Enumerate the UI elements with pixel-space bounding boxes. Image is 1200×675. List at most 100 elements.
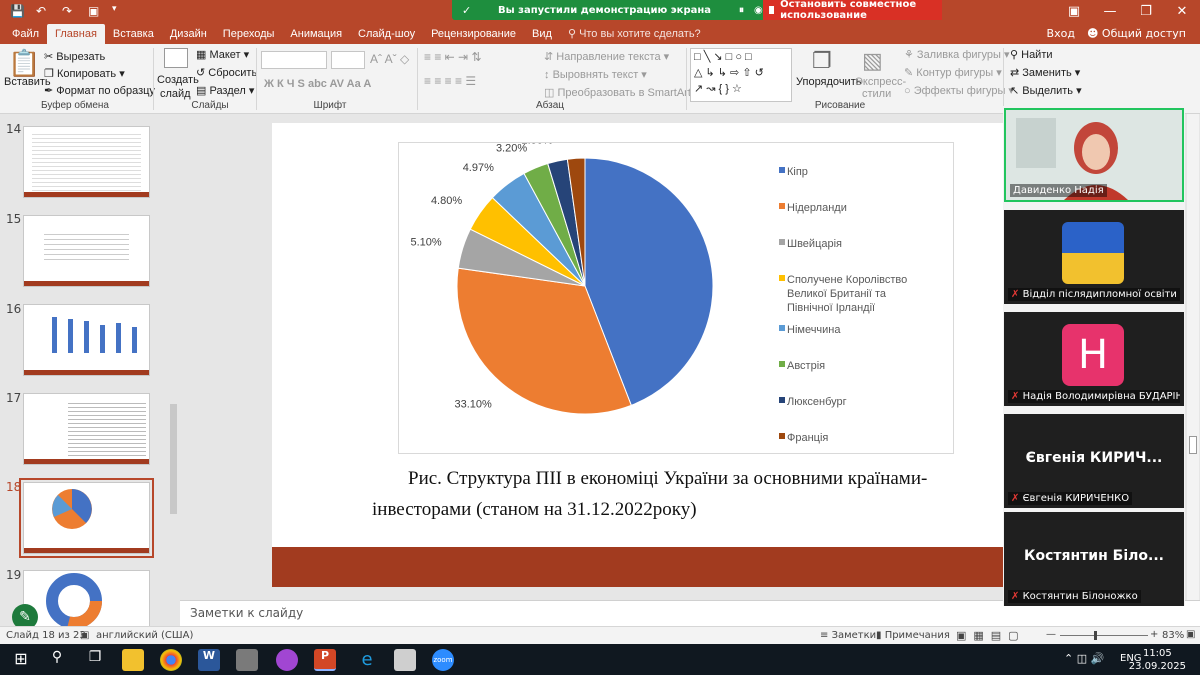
tab-review[interactable]: Рецензирование bbox=[423, 24, 524, 44]
shape-effects-button[interactable]: ○ Эффекты фигуры ▾ bbox=[904, 84, 1014, 97]
qat-dropdown-icon[interactable]: ▾ bbox=[112, 4, 117, 14]
notes-toggle-button[interactable]: ≡ Заметки bbox=[820, 630, 876, 641]
zoom-slider-thumb[interactable] bbox=[1094, 631, 1097, 640]
tell-me-search[interactable]: ⚲ Что вы хотите сделать? bbox=[560, 24, 709, 44]
close-icon[interactable]: ✕ bbox=[1164, 0, 1200, 24]
zoom-in-icon[interactable]: + bbox=[1150, 629, 1158, 640]
section-button[interactable]: ▤ Раздел ▾ bbox=[196, 84, 254, 97]
replace-button[interactable]: ⇄ Заменить ▾ bbox=[1010, 66, 1080, 79]
participant-tile[interactable]: Н ✗ Надія Володимирівна БУДАРІНА ... bbox=[1004, 312, 1184, 406]
font-size-controls-icon[interactable]: Aˆ Aˇ ◇ bbox=[370, 52, 409, 66]
scrollbar-thumb[interactable] bbox=[170, 404, 177, 514]
pause-icon[interactable]: ⏸ bbox=[739, 5, 744, 16]
cut-button[interactable]: ✂ Вырезать bbox=[44, 50, 105, 63]
paste-icon[interactable]: 📋 bbox=[8, 48, 40, 79]
powerpoint-icon[interactable]: P bbox=[314, 649, 336, 671]
select-button[interactable]: ↖ Выделить ▾ bbox=[1010, 84, 1082, 97]
tab-view[interactable]: Вид bbox=[524, 24, 560, 44]
tab-insert[interactable]: Вставка bbox=[105, 24, 162, 44]
tab-transitions[interactable]: Переходы bbox=[215, 24, 283, 44]
scanner-app-icon[interactable] bbox=[394, 649, 416, 671]
fit-to-window-icon[interactable]: ▣ bbox=[1186, 629, 1195, 640]
font-format-buttons[interactable]: Ж К Ч S abc AV Aa A bbox=[264, 78, 371, 90]
tab-design[interactable]: Дизайн bbox=[162, 24, 215, 44]
new-slide-button[interactable]: Создать bbox=[157, 74, 199, 86]
copy-button[interactable]: ❐ Копировать ▾ bbox=[44, 67, 125, 80]
word-icon[interactable]: W bbox=[198, 649, 220, 671]
smartart-button[interactable]: ◫ Преобразовать в SmartArt ▾ bbox=[544, 86, 699, 99]
divider bbox=[417, 48, 418, 110]
slide-thumbnail-16[interactable] bbox=[23, 304, 150, 376]
font-family-input[interactable] bbox=[261, 51, 327, 69]
slide-scrollbar[interactable] bbox=[1187, 114, 1199, 600]
language-indicator[interactable]: английский (США) bbox=[96, 630, 193, 641]
slide-thumbnail-18[interactable] bbox=[19, 478, 154, 558]
thumb-donut-chart bbox=[46, 573, 102, 626]
stop-sharing-button[interactable]: Остановить совместное использование bbox=[762, 0, 942, 21]
taskbar-clock[interactable]: 11:05 23.09.2025 bbox=[1129, 647, 1186, 673]
shape-fill-button[interactable]: ⚘ Заливка фигуры ▾ bbox=[904, 48, 1010, 61]
system-tray-icons[interactable]: ⌃ ◫ 🔊 bbox=[1064, 652, 1104, 665]
ribbon-options-icon[interactable]: ▣ bbox=[1056, 0, 1092, 24]
participant-tile[interactable]: ✗ Відділ післядипломної освіти bbox=[1004, 210, 1184, 304]
comments-toggle-button[interactable]: ▮ Примечания bbox=[876, 630, 950, 641]
tab-home[interactable]: Главная bbox=[47, 24, 105, 44]
slide-thumbnail-17[interactable] bbox=[23, 393, 150, 465]
arrange-icon[interactable]: ❐ bbox=[812, 48, 832, 74]
task-view-icon[interactable]: ❐ bbox=[84, 649, 106, 671]
file-explorer-icon[interactable] bbox=[122, 649, 144, 671]
zoom-out-icon[interactable]: — bbox=[1046, 629, 1056, 640]
edge-icon[interactable]: e bbox=[356, 649, 378, 671]
quick-styles-button[interactable]: Экспресс- bbox=[855, 76, 906, 88]
zoom-slider[interactable] bbox=[1060, 631, 1148, 640]
quick-styles-icon[interactable]: ▧ bbox=[862, 48, 883, 74]
font-size-input[interactable] bbox=[331, 51, 365, 69]
participant-tile[interactable]: Костянтин Біло... ✗ Костянтин Білоножко bbox=[1004, 512, 1184, 606]
slide-thumbnail-15[interactable] bbox=[23, 215, 150, 287]
tab-animations[interactable]: Анимация bbox=[282, 24, 350, 44]
participant-tile[interactable]: Євгенія КИРИЧ... ✗ Євгенія КИРИЧЕНКО bbox=[1004, 414, 1184, 508]
list-buttons-icon[interactable]: ≡ ≡ ⇤ ⇥ ⇅ bbox=[424, 50, 482, 64]
shape-outline-button[interactable]: ✎ Контур фигуры ▾ bbox=[904, 66, 1002, 79]
zoom-app-icon[interactable]: zoom bbox=[432, 649, 454, 671]
align-text-button[interactable]: ↕ Выровнять текст ▾ bbox=[544, 68, 647, 81]
chrome-icon[interactable] bbox=[160, 649, 182, 671]
find-button[interactable]: ⚲ Найти bbox=[1010, 48, 1053, 61]
pie-chart[interactable]: 33.10%5.10%4.80%4.97%3.20%2.50%2.20%Кіпр… bbox=[398, 131, 954, 454]
app-icon[interactable] bbox=[236, 649, 258, 671]
text-direction-button[interactable]: ⇵ Направление текста ▾ bbox=[544, 50, 669, 63]
slides-group-label: Слайды bbox=[191, 100, 229, 111]
tab-slideshow[interactable]: Слайд-шоу bbox=[350, 24, 423, 44]
save-icon[interactable]: 💾 bbox=[10, 4, 25, 18]
view-buttons[interactable]: ▣ ▦ ▤ ▢ bbox=[956, 629, 1019, 642]
restore-icon[interactable]: ❐ bbox=[1128, 0, 1164, 24]
format-painter-button[interactable]: ✒ Формат по образцу bbox=[44, 84, 155, 97]
redo-icon[interactable]: ↷ bbox=[62, 4, 72, 18]
share-button[interactable]: ☻ Общий доступ bbox=[1087, 24, 1186, 44]
browser-icon[interactable] bbox=[276, 649, 298, 671]
arrange-button[interactable]: Упорядочить bbox=[796, 76, 861, 88]
zoom-level[interactable]: 83% bbox=[1162, 630, 1184, 641]
minimize-icon[interactable]: — bbox=[1092, 0, 1128, 24]
search-icon[interactable]: ⚲ bbox=[46, 649, 68, 671]
spellcheck-icon[interactable]: ▣ bbox=[80, 630, 89, 641]
undo-icon[interactable]: ↶ bbox=[36, 4, 46, 18]
legend-swatch bbox=[779, 325, 785, 331]
align-buttons-icon[interactable]: ≡ ≡ ≡ ≡ ☰ bbox=[424, 74, 476, 88]
annotate-pen-icon[interactable]: ✎ bbox=[12, 604, 38, 626]
slide-thumbnail-14[interactable] bbox=[23, 126, 150, 198]
start-icon[interactable]: ⊞ bbox=[10, 649, 32, 671]
reset-button[interactable]: ↺ Сбросить bbox=[196, 66, 257, 79]
new-slide-icon[interactable] bbox=[164, 48, 188, 68]
participants-panel: Давиденко Надія ✗ Відділ післядипломної … bbox=[1003, 106, 1185, 606]
slide-thumbnail-19[interactable] bbox=[23, 570, 150, 626]
layout-button[interactable]: ▦ Макет ▾ bbox=[196, 48, 249, 61]
signin-link[interactable]: Вход bbox=[1047, 24, 1075, 44]
slideshow-start-icon[interactable]: ▣ bbox=[88, 4, 99, 18]
thumb-footer-bar bbox=[24, 459, 149, 464]
participant-tile-active-speaker[interactable]: Давиденко Надія bbox=[1004, 108, 1184, 202]
scrollbar-thumb[interactable] bbox=[1189, 436, 1197, 454]
shapes-gallery[interactable]: □ ╲ ↘ □ ○ □ △ ↳ ↳ ⇨ ⇧ ↺ ↗ ↝ { } ☆ bbox=[690, 48, 792, 102]
thumbnails-scrollbar[interactable] bbox=[167, 114, 179, 626]
tab-file[interactable]: Файл bbox=[4, 24, 47, 44]
